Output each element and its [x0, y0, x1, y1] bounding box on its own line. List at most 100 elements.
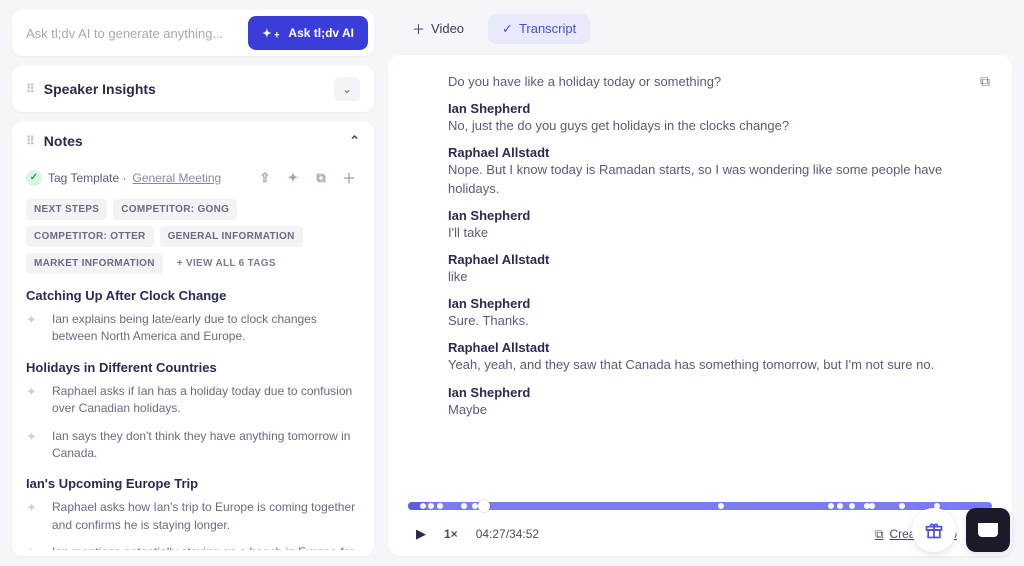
transcript-line[interactable]: Ian Shepherd I'll take [448, 208, 962, 242]
tag-chip-row: NEXT STEPS COMPETITOR: GONG COMPETITOR: OT… [26, 199, 360, 288]
intercom-chat-button[interactable] [966, 508, 1010, 552]
transcript-speaker: Raphael Allstadt [448, 145, 962, 160]
note-section-heading: Holidays in Different Countries [26, 360, 356, 375]
timeline-marker[interactable] [461, 503, 467, 509]
timeline-marker[interactable] [849, 503, 855, 509]
share-icon[interactable]: ⇪ [254, 170, 276, 186]
check-icon: ✓ [26, 170, 42, 186]
tab-video[interactable]: ＋ Video [398, 12, 478, 45]
view-all-tags[interactable]: + VIEW ALL 6 TAGS [169, 253, 284, 274]
timeline-marker[interactable] [437, 503, 443, 509]
gift-button[interactable] [912, 508, 956, 552]
transcript-text: No, just the do you guys get holidays in… [448, 118, 789, 133]
timeline-area: ▶ 1× 04:27/34:52 ⧉ Create a clip ⛶ [408, 502, 992, 544]
copy-icon[interactable]: ⧉ [310, 170, 332, 186]
tag-template-link[interactable]: General Meeting [133, 171, 222, 185]
transcript-line[interactable]: Raphael Allstadt like [448, 252, 962, 286]
expand-speaker-insights[interactable]: ⌄ [334, 77, 360, 101]
transcript-speaker: Raphael Allstadt [448, 252, 962, 267]
timeline-playhead[interactable] [478, 500, 490, 512]
transcript-text: Yeah, yeah, and they saw that Canada has… [448, 357, 934, 372]
tag-chip[interactable]: MARKET INFORMATION [26, 253, 163, 274]
sparkle-icon: ✦﹢ [262, 25, 282, 41]
timeline-marker[interactable] [718, 503, 724, 509]
speaker-insights-card: ⠿ Speaker Insights ⌄ [12, 66, 374, 112]
timeline-marker[interactable] [869, 503, 875, 509]
drag-handle-icon: ⠿ [26, 82, 34, 96]
speaker-insights-title: Speaker Insights [44, 81, 324, 97]
note-section: Ian's Upcoming Europe Trip✦Raphael asks … [26, 476, 356, 550]
timeline-marker[interactable] [828, 503, 834, 509]
note-item[interactable]: ✦ Ian mentions potentially staying on a b… [26, 544, 356, 550]
plus-icon: ＋ [412, 19, 425, 38]
transcript-text: like [448, 269, 468, 284]
tag-chip[interactable]: GENERAL INFORMATION [160, 226, 303, 247]
collapse-notes-icon[interactable]: ⌃ [349, 133, 360, 149]
transcript-speaker: Ian Shepherd [448, 296, 962, 311]
transcript-text: Sure. Thanks. [448, 313, 529, 328]
timeline-track[interactable] [408, 502, 992, 510]
transcript-line[interactable]: Ian Shepherd Sure. Thanks. [448, 296, 962, 330]
transcript-speaker: Ian Shepherd [448, 101, 962, 116]
timeline-marker[interactable] [472, 503, 478, 509]
speaker-insights-header[interactable]: ⠿ Speaker Insights ⌄ [12, 66, 374, 112]
note-item[interactable]: ✦Raphael asks how Ian's trip to Europe i… [26, 499, 356, 534]
note-section-heading: Ian's Upcoming Europe Trip [26, 476, 356, 491]
note-item-text: Raphael asks how Ian's trip to Europe is… [52, 499, 356, 534]
transcript-line[interactable]: Ian Shepherd No, just the do you guys get… [448, 101, 962, 135]
check-icon: ✓ [502, 21, 513, 37]
note-item[interactable]: ✦ Ian explains being late/early due to cl… [26, 311, 356, 346]
note-item-text: Ian mentions potentially staying on a be… [52, 544, 356, 550]
sparkle-icon: ✦ [26, 545, 42, 550]
notes-list[interactable]: Catching Up After Clock Change ✦ Ian expla… [26, 288, 360, 550]
copy-transcript-icon[interactable]: ⧉ [980, 73, 990, 90]
notes-card: ⠿ Notes ⌃ ✓ Tag Template · General Meeti… [12, 122, 374, 556]
playback-speed[interactable]: 1× [444, 527, 458, 541]
note-item[interactable]: ✦ Ian says they don't think they have any… [26, 428, 356, 463]
tag-chip[interactable]: COMPETITOR: OTTER [26, 226, 154, 247]
play-button[interactable]: ▶ [416, 526, 426, 542]
transcript-list[interactable]: Do you have like a holiday today or some… [408, 73, 992, 496]
timeline-marker[interactable] [428, 503, 434, 509]
ask-ai-label: Ask tl;dv AI [288, 26, 354, 40]
tab-transcript-label: Transcript [519, 21, 576, 36]
ask-ai-button[interactable]: ✦﹢ Ask tl;dv AI [248, 16, 368, 50]
timeline-marker[interactable] [899, 503, 905, 509]
transcript-line[interactable]: Raphael AllstadtNope. But I know today i… [448, 145, 962, 197]
ai-search-input[interactable] [26, 26, 238, 41]
transcript-line[interactable]: Do you have like a holiday today or some… [448, 73, 962, 91]
content-tabs: ＋ Video ✓ Transcript [388, 10, 1012, 55]
transcript-text: Maybe [448, 402, 487, 417]
note-item-text: Ian explains being late/early due to clo… [52, 311, 356, 346]
note-section: Holidays in Different Countries ✦Raphael … [26, 360, 356, 463]
tag-chip[interactable]: COMPETITOR: GONG [113, 199, 237, 220]
timeline-marker[interactable] [837, 503, 843, 509]
tab-video-label: Video [431, 21, 464, 36]
note-item-text: Ian says they don't think they have anyt… [52, 428, 356, 463]
floating-actions [912, 508, 1010, 552]
timeline-marker[interactable] [420, 503, 426, 509]
drag-handle-icon: ⠿ [26, 134, 34, 148]
transcript-panel: ⧉ Do you have like a holiday today or so… [388, 55, 1012, 556]
tag-template-label: Tag Template · [48, 171, 127, 185]
sparkle-icon: ✦ [26, 312, 42, 328]
note-section-heading: Catching Up After Clock Change [26, 288, 356, 303]
transcript-line[interactable]: Ian ShepherdMaybe [448, 385, 962, 419]
sparkle-icon: ✦ [26, 429, 42, 445]
magic-wand-icon[interactable]: ✦ [282, 170, 304, 186]
note-item[interactable]: ✦Raphael asks if Ian has a holiday today… [26, 383, 356, 418]
add-icon[interactable]: ＋ [338, 168, 360, 187]
transcript-speaker: Ian Shepherd [448, 208, 962, 223]
tag-chip[interactable]: NEXT STEPS [26, 199, 107, 220]
tag-template-row: ✓ Tag Template · General Meeting ⇪ ✦ ⧉ ＋ [26, 160, 360, 199]
notes-header[interactable]: ⠿ Notes ⌃ [12, 122, 374, 160]
tab-transcript[interactable]: ✓ Transcript [488, 14, 590, 44]
clip-icon: ⧉ [875, 527, 884, 542]
player-controls: ▶ 1× 04:27/34:52 ⧉ Create a clip ⛶ [408, 524, 992, 544]
transcript-line[interactable]: Raphael AllstadtYeah, yeah, and they saw… [448, 340, 962, 374]
note-section: Catching Up After Clock Change ✦ Ian expla… [26, 288, 356, 346]
notes-body: ✓ Tag Template · General Meeting ⇪ ✦ ⧉ ＋… [12, 160, 374, 556]
notes-title: Notes [44, 133, 339, 149]
sparkle-icon: ✦ [26, 384, 42, 400]
transcript-text: I'll take [448, 225, 488, 240]
